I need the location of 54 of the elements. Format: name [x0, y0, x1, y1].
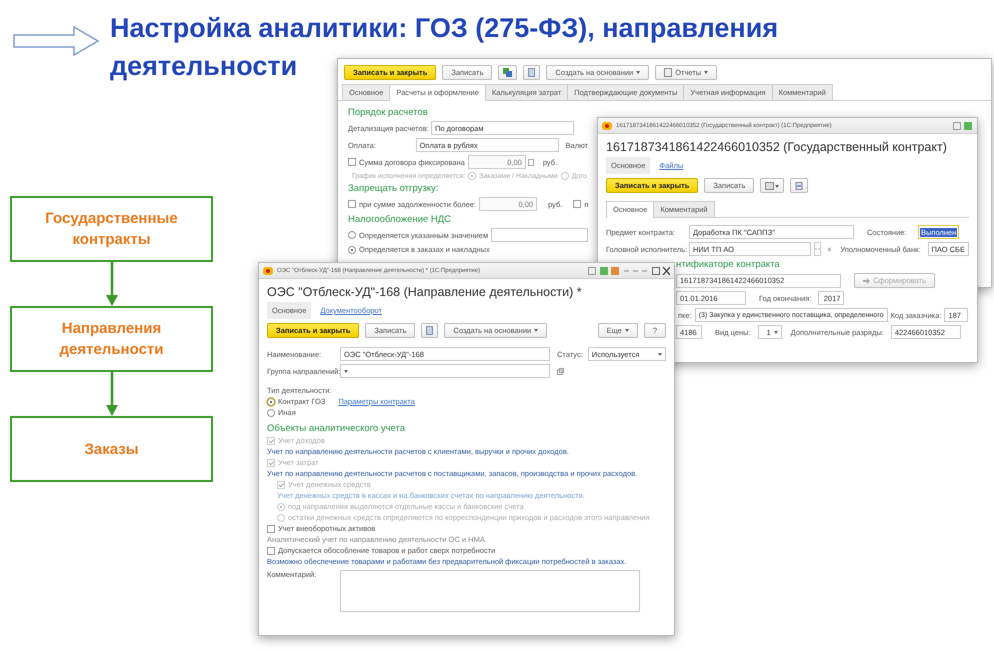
checkbox[interactable]	[573, 200, 582, 208]
radio-button[interactable]	[560, 172, 569, 180]
print-menu-button[interactable]	[760, 178, 784, 193]
down-arrow-icon	[106, 372, 118, 416]
section-title: Объекты аналитического учета	[267, 423, 406, 434]
flow-step: Направления деятельности	[10, 306, 213, 372]
app-logo-icon	[263, 266, 273, 274]
report-icon	[664, 68, 672, 77]
flow-step: Заказы	[10, 416, 213, 482]
slide-title: деятельности	[110, 50, 298, 83]
down-arrow-icon	[106, 262, 118, 306]
section-title: Запрещать отгрузку:	[348, 183, 440, 194]
radio-button[interactable]	[468, 172, 476, 180]
caret-icon	[624, 329, 629, 332]
documents-icon	[503, 68, 512, 77]
checkbox[interactable]	[348, 200, 356, 208]
caret-icon	[636, 71, 640, 74]
open-icon	[557, 368, 564, 374]
caret-icon	[534, 329, 538, 332]
caret-icon	[658, 352, 662, 356]
comment-field[interactable]	[340, 570, 640, 612]
document-icon	[426, 326, 434, 335]
document-icon	[528, 68, 536, 77]
form-heading: ОЭС "Отблеск-УД"-168 (Направление деятельности) *	[266, 284, 583, 301]
radio-button[interactable]	[267, 398, 275, 406]
checkbox[interactable]	[267, 524, 275, 532]
print-button[interactable]	[523, 65, 540, 80]
radio-button[interactable]	[348, 231, 356, 239]
arrow-icon	[863, 278, 870, 284]
arrow-outline-icon	[12, 25, 100, 57]
caret-icon	[344, 370, 348, 372]
section-title: Налогообложение НДС	[348, 214, 452, 225]
form-heading: 1617187341861422466010352 (Государственный контракт)	[605, 139, 948, 156]
app-logo-icon	[602, 122, 612, 130]
checkbox[interactable]	[267, 546, 275, 554]
input-field[interactable]	[491, 228, 588, 242]
open-icon	[828, 246, 832, 252]
group-dropdown[interactable]	[340, 364, 550, 378]
calculator-icon	[528, 158, 534, 166]
slide-title: Настройка аналитики: ГОЗ (275-ФЗ), направления	[110, 12, 778, 45]
choose-button[interactable]	[814, 242, 821, 256]
radio-button[interactable]	[348, 246, 356, 254]
radio-button[interactable]	[267, 408, 275, 416]
structure-button[interactable]	[498, 65, 518, 80]
section-title: Порядок расчетов	[348, 107, 429, 118]
window-controls-icon	[588, 266, 670, 274]
section-title: нтификаторе контракта	[676, 259, 781, 270]
attach-button[interactable]	[790, 178, 808, 193]
flow-step: Государственные контракты	[10, 196, 213, 262]
caret-icon	[704, 71, 708, 74]
checkbox[interactable]	[348, 158, 356, 166]
window-controls-icon	[953, 122, 973, 130]
print-button[interactable]	[421, 323, 438, 338]
caret-icon	[774, 330, 778, 334]
